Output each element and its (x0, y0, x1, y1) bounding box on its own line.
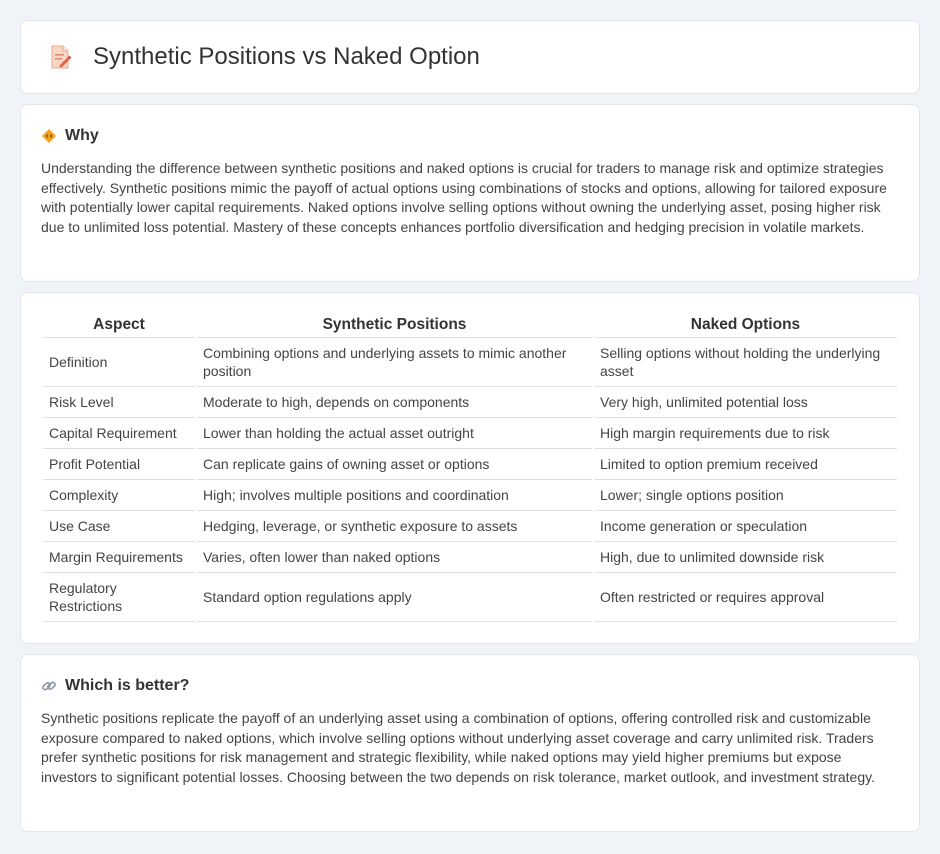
synthetic-cell: Can replicate gains of owning asset or o… (197, 449, 592, 480)
table-header-row: Aspect Synthetic Positions Naked Options (43, 313, 897, 338)
table-row: Definition Combining options and underly… (43, 338, 897, 387)
document-pencil-icon (47, 44, 73, 70)
diamond-sign-icon (41, 128, 57, 144)
aspect-cell: Use Case (43, 511, 195, 542)
table-row: Capital Requirement Lower than holding t… (43, 418, 897, 449)
table-row: Risk Level Moderate to high, depends on … (43, 387, 897, 418)
which-better-title: Which is better? (65, 677, 190, 694)
synthetic-cell: Standard option regulations apply (197, 573, 592, 622)
which-better-text: Synthetic positions replicate the payoff… (41, 710, 875, 785)
naked-cell: Very high, unlimited potential loss (594, 387, 897, 418)
column-header-naked: Naked Options (594, 313, 897, 338)
table-row: Regulatory Restrictions Standard option … (43, 573, 897, 622)
synthetic-cell: Lower than holding the actual asset outr… (197, 418, 592, 449)
naked-cell: High margin requirements due to risk (594, 418, 897, 449)
which-better-heading: Which is better? (41, 677, 899, 695)
table-row: Margin Requirements Varies, often lower … (43, 542, 897, 573)
aspect-cell: Margin Requirements (43, 542, 195, 573)
synthetic-cell: Combining options and underlying assets … (197, 338, 592, 387)
column-header-synthetic: Synthetic Positions (197, 313, 592, 338)
naked-cell: Lower; single options position (594, 480, 897, 511)
naked-cell: Selling options without holding the unde… (594, 338, 897, 387)
synthetic-cell: Varies, often lower than naked options (197, 542, 592, 573)
column-header-aspect: Aspect (43, 313, 195, 338)
aspect-cell: Definition (43, 338, 195, 387)
why-heading: Why (41, 127, 899, 145)
aspect-cell: Complexity (43, 480, 195, 511)
comparison-table: Aspect Synthetic Positions Naked Options… (41, 313, 899, 622)
table-row: Profit Potential Can replicate gains of … (43, 449, 897, 480)
why-text: Understanding the difference between syn… (41, 160, 887, 235)
aspect-cell: Regulatory Restrictions (43, 573, 195, 622)
naked-cell: Often restricted or requires approval (594, 573, 897, 622)
aspect-cell: Risk Level (43, 387, 195, 418)
aspect-cell: Profit Potential (43, 449, 195, 480)
naked-cell: High, due to unlimited downside risk (594, 542, 897, 573)
link-icon (41, 678, 57, 694)
page-title: Synthetic Positions vs Naked Option (93, 43, 480, 70)
which-better-section: Which is better? Synthetic positions rep… (20, 654, 920, 832)
table-row: Use Case Hedging, leverage, or synthetic… (43, 511, 897, 542)
table-row: Complexity High; involves multiple posit… (43, 480, 897, 511)
naked-cell: Limited to option premium received (594, 449, 897, 480)
header-card: Synthetic Positions vs Naked Option (20, 20, 920, 94)
comparison-section: Aspect Synthetic Positions Naked Options… (20, 292, 920, 644)
aspect-cell: Capital Requirement (43, 418, 195, 449)
naked-cell: Income generation or speculation (594, 511, 897, 542)
synthetic-cell: Moderate to high, depends on components (197, 387, 592, 418)
why-title: Why (65, 127, 99, 144)
synthetic-cell: High; involves multiple positions and co… (197, 480, 592, 511)
why-section: Why Understanding the difference between… (20, 104, 920, 282)
synthetic-cell: Hedging, leverage, or synthetic exposure… (197, 511, 592, 542)
